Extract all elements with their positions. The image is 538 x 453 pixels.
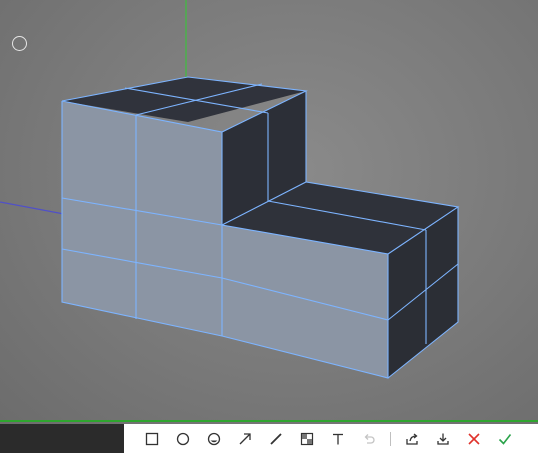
toolbar-divider (390, 431, 391, 446)
pen-icon[interactable] (266, 429, 286, 449)
square-outline-icon[interactable] (142, 429, 162, 449)
circle-outline-icon[interactable] (173, 429, 193, 449)
marker-icon[interactable] (204, 429, 224, 449)
mesh-object[interactable] (61, 76, 460, 379)
download-icon[interactable] (433, 429, 453, 449)
arrow-up-right-icon[interactable] (235, 429, 255, 449)
close-icon[interactable] (464, 429, 484, 449)
x-axis-line (0, 201, 65, 215)
circle-icon[interactable] (12, 36, 27, 51)
share-icon[interactable] (402, 429, 422, 449)
undo-icon[interactable] (359, 429, 379, 449)
viewport-scene (0, 0, 538, 422)
mosaic-icon[interactable] (297, 429, 317, 449)
check-icon[interactable] (495, 429, 515, 449)
text-T-icon[interactable] (328, 429, 348, 449)
3d-viewport[interactable] (0, 0, 538, 424)
annotation-toolbar (124, 424, 538, 453)
